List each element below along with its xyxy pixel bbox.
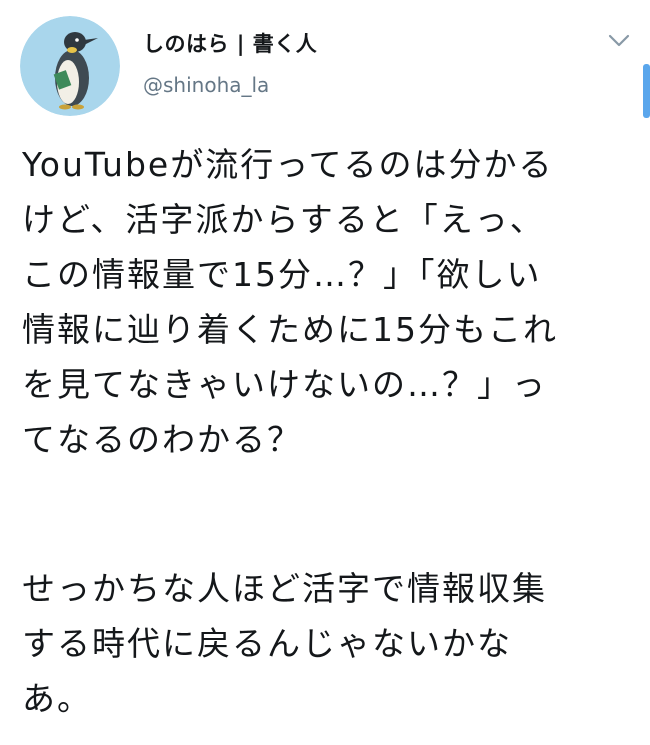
avatar[interactable]: [20, 16, 120, 116]
chevron-down-icon: [608, 34, 630, 47]
display-name[interactable]: しのはら | 書く人: [143, 28, 317, 58]
user-handle[interactable]: @shinoha_la: [143, 73, 269, 97]
penguin-avatar-icon: [20, 16, 120, 116]
tweet-menu-button[interactable]: [604, 30, 634, 52]
tweet-text-paragraph-1: YouTubeが流行ってるのは分かる けど、活字派からすると「えっ、 この情報量…: [22, 145, 558, 459]
tweet-card: しのはら | 書く人 @shinoha_la YouTubeが流行ってるのは分か…: [0, 0, 650, 745]
scrollbar[interactable]: [643, 64, 650, 118]
tweet-text-paragraph-2: せっかちな人ほど活字で情報収集 する時代に戻るんじゃないかな あ。: [22, 569, 547, 718]
